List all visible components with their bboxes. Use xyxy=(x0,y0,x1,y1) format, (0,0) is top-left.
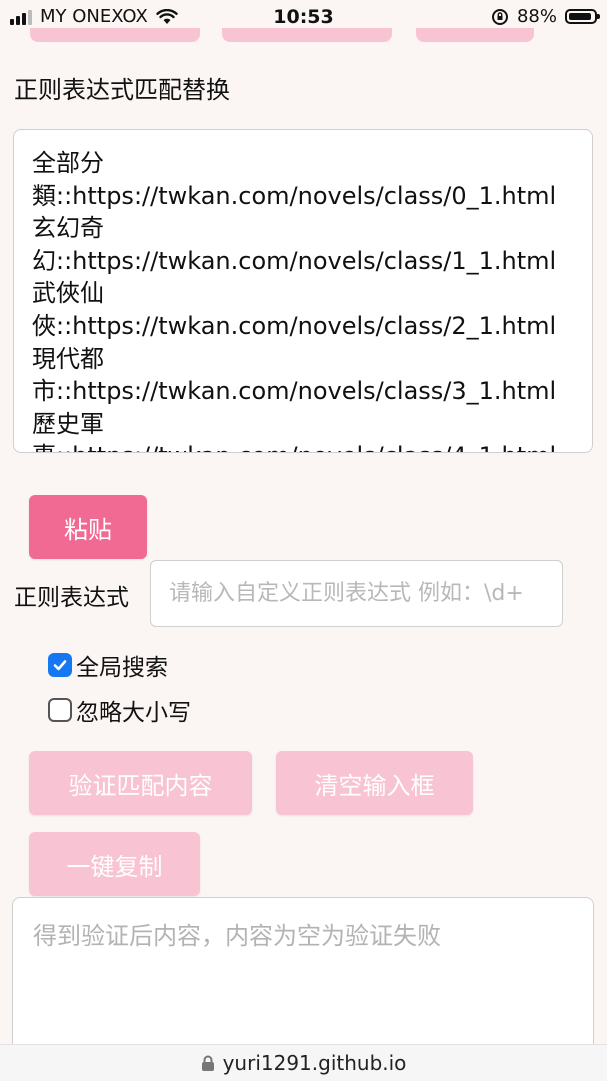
source-line: 類::https://twkan.com/novels/class/0_1.ht… xyxy=(32,181,557,210)
source-line: 幻::https://twkan.com/novels/class/1_1.ht… xyxy=(32,246,557,275)
battery-percent: 88% xyxy=(516,6,557,27)
source-line: 武俠仙 xyxy=(32,279,104,308)
section-title: 正则表达式匹配替换 xyxy=(14,76,230,104)
global-search-checkbox[interactable] xyxy=(48,653,72,677)
clear-button[interactable]: 清空输入框 xyxy=(276,751,473,815)
scrolled-button-3[interactable] xyxy=(416,28,534,42)
source-line: 俠::https://twkan.com/novels/class/2_1.ht… xyxy=(32,311,557,340)
source-line: 現代都 xyxy=(32,344,104,373)
global-search-option[interactable]: 全局搜索 xyxy=(48,648,168,682)
check-icon xyxy=(53,660,67,671)
scrolled-button-1[interactable] xyxy=(30,28,200,42)
lock-icon xyxy=(201,1055,214,1071)
orientation-lock-icon xyxy=(491,8,508,25)
global-search-label: 全局搜索 xyxy=(76,655,168,681)
result-placeholder: 得到验证后内容，内容为空为验证失败 xyxy=(33,922,441,950)
source-line: 市::https://twkan.com/novels/class/3_1.ht… xyxy=(32,377,557,406)
source-line: 事::https://twkan.com/novels/class/4_1.ht… xyxy=(32,440,574,452)
ignore-case-checkbox[interactable] xyxy=(48,698,72,722)
scrolled-button-2[interactable] xyxy=(222,28,392,42)
source-line: 玄幻奇 xyxy=(32,214,104,243)
ignore-case-option[interactable]: 忽略大小写 xyxy=(48,693,191,727)
ignore-case-label: 忽略大小写 xyxy=(76,700,191,726)
source-line: 歷史軍 xyxy=(32,409,104,438)
browser-url-bar[interactable]: yuri1291.github.io xyxy=(0,1044,607,1081)
validate-button[interactable]: 验证匹配内容 xyxy=(29,751,252,815)
url-domain: yuri1291.github.io xyxy=(222,1051,407,1075)
status-right: 88% xyxy=(491,6,600,27)
regex-input[interactable] xyxy=(150,560,563,627)
source-textarea[interactable]: 全部分 類::https://twkan.com/novels/class/0_… xyxy=(13,129,593,453)
copy-button[interactable]: 一键复制 xyxy=(29,832,200,896)
paste-button[interactable]: 粘贴 xyxy=(29,495,147,559)
regex-label: 正则表达式 xyxy=(14,585,129,611)
battery-icon xyxy=(565,9,600,24)
source-line: 全部分 xyxy=(32,149,104,177)
